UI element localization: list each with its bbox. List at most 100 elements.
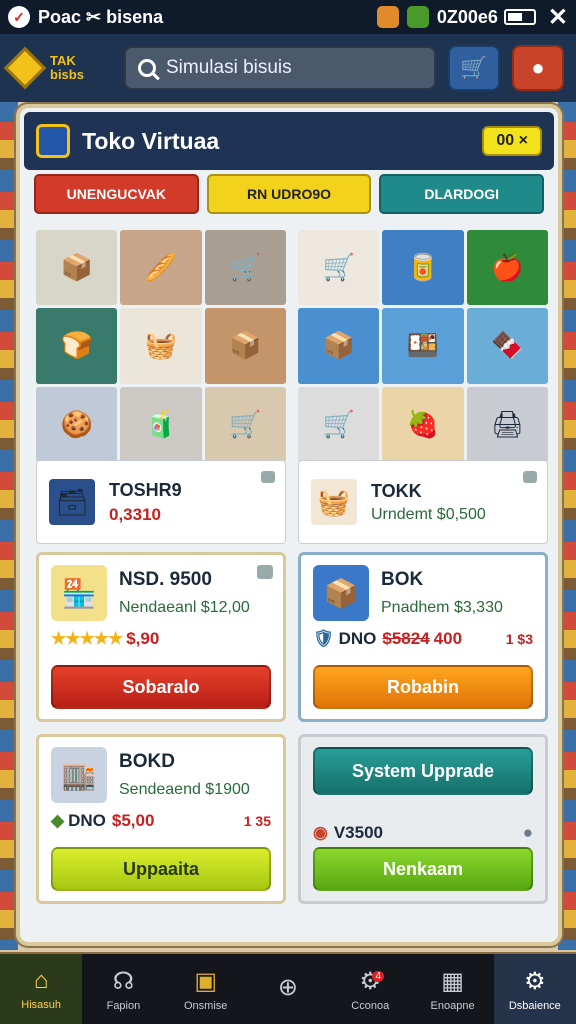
nav-label: Enoapne <box>430 999 475 1012</box>
logo-diamond-icon <box>3 46 47 90</box>
gallery-icon: ▦ <box>441 967 464 995</box>
upgrade-card-4: System Upprade ◉ V3500 ● Nenkaam <box>298 734 548 904</box>
item-name: TOSHR9 <box>109 479 182 500</box>
nav-label: Cconoa <box>351 999 390 1012</box>
search-text: Simulasi bisuis <box>166 57 292 78</box>
card-price-left: DNO <box>68 811 106 830</box>
card-old-price: $5824 <box>382 629 430 648</box>
product-grid-left: 📦 🥖 🛒 🍞 🧺 📦 🍪 🧃 🛒 <box>36 230 286 462</box>
badge-icon: ● <box>531 55 545 80</box>
profile-button[interactable]: ● <box>512 45 564 91</box>
cart-icon: 🛒 <box>460 55 488 80</box>
logo-text-1: TAK <box>50 53 76 68</box>
nav-item-home[interactable]: ⌂ Hisasuh <box>0 954 83 1024</box>
product-crate-icon[interactable]: 🍞 <box>36 308 118 384</box>
cube-icon: ◆ <box>51 811 65 830</box>
machine-icon: 🏪 <box>51 565 107 621</box>
cart-button[interactable]: 🛒 <box>448 45 500 91</box>
coin-icon: ◉ <box>313 823 328 842</box>
nav-item-3[interactable]: ▣ Onsmise <box>165 954 247 1024</box>
top-bar: TAK bisbs Simulasi bisuis 🛒 ● <box>0 34 576 102</box>
product-pallet-icon[interactable]: 📦 <box>204 308 286 384</box>
card-extra: 1 35 <box>243 813 271 829</box>
notification-badge: 4 <box>372 970 385 982</box>
product-food-icon[interactable]: 🍱 <box>382 308 464 384</box>
shopping-cart-icon[interactable]: 🛒 <box>204 386 286 462</box>
card-2-button[interactable]: Robabin <box>313 665 533 709</box>
card-sub: Pnadhem $3,330 <box>381 599 503 616</box>
category-tabs: UNENGUCVAK RN UDRO9O DLARDOGI <box>34 174 545 214</box>
status-left-text: Poac ✂ bisena <box>38 6 164 27</box>
nav-item-add[interactable]: ⊕ <box>247 954 329 1024</box>
card-sub: Nendaeanl $12,00 <box>119 599 250 616</box>
product-box-icon[interactable]: 📦 <box>298 308 380 384</box>
basket-icon: 🧺 <box>311 479 357 525</box>
card-name: BOK <box>381 569 424 590</box>
nav-label: Dsbaience <box>508 999 561 1012</box>
product-bread-icon[interactable]: 🥖 <box>120 230 202 306</box>
game-logo[interactable]: TAK bisbs <box>3 43 110 93</box>
card-extra: 1 $3 <box>505 631 533 647</box>
panel-header: Toko Virtuaa 00 × <box>24 112 554 170</box>
product-crate-icon[interactable]: 🍎 <box>466 230 548 306</box>
nav-label: Fapion <box>106 999 141 1012</box>
app-icon <box>406 6 429 28</box>
nav-item-6[interactable]: ▦ Enoapne <box>411 954 493 1024</box>
tab-3[interactable]: DLARDOGI <box>379 174 545 214</box>
product-box-icon[interactable]: 🍓 <box>382 386 464 462</box>
item-name: TOKK <box>371 480 422 501</box>
card-new-price: 400 <box>433 629 463 648</box>
card-sub: Sendeaend $1900 <box>119 781 250 798</box>
check-icon <box>257 565 273 579</box>
panel-close-button[interactable]: 00 × <box>482 126 542 156</box>
upgrade-card-2: 📦 BOK Pnadhem $3,330 🛡 DNO $5824 400 1 $… <box>298 552 548 722</box>
card-name: NSD. 9500 <box>119 569 212 590</box>
product-basket-icon[interactable]: 🧺 <box>120 308 202 384</box>
shopping-cart-icon[interactable]: 🛒 <box>298 230 380 306</box>
item-detail: Urndemt $0,500 <box>371 505 486 523</box>
check-icon <box>523 471 537 483</box>
search-icon <box>138 59 156 77</box>
home-icon: ⌂ <box>33 967 49 994</box>
card-4-button[interactable]: Nenkaam <box>313 847 533 891</box>
status-time: 0Z00e6 <box>436 6 498 27</box>
settings-icon: ⚙ <box>524 967 546 995</box>
shopping-cart-icon[interactable]: 🛒 <box>298 386 380 462</box>
nav-item-settings[interactable]: ⚙ Dsbaience <box>493 954 576 1024</box>
product-goods-icon[interactable]: 🧃 <box>120 386 202 462</box>
shield-small-icon: 🛡 <box>313 629 335 648</box>
dot-icon: ● <box>522 823 533 842</box>
upgrade-card-3: 🏬 BOKD Sendeaend $1900 ◆ DNO $5,00 1 35 … <box>36 734 286 904</box>
card-3-button[interactable]: Uppaaita <box>51 847 271 891</box>
search-input[interactable]: Simulasi bisuis <box>124 46 436 90</box>
notification-icon <box>376 6 399 28</box>
product-can-icon[interactable]: 🥫 <box>382 230 464 306</box>
card-price: V3500 <box>333 823 384 842</box>
card-price: $5,00 <box>111 811 155 830</box>
status-bar: ✓ Poac ✂ bisena 0Z00e6 ✕ <box>0 0 576 34</box>
card-1-button[interactable]: Sobaralo <box>51 665 271 709</box>
product-grid-right: 🛒 🥫 🍎 📦 🍱 🍫 🛒 🍓 🖨 <box>298 230 548 462</box>
close-icon[interactable]: ✕ <box>548 3 568 32</box>
product-pack-icon[interactable]: 🍫 <box>466 308 548 384</box>
app-badge-icon: ✓ <box>8 6 30 28</box>
upgrade-card-1: 🏪 NSD. 9500 Nendaeanl $12,00 ★★★★★ $,90 … <box>36 552 286 722</box>
store-panel: Toko Virtuaa 00 × UNENGUCVAK RN UDRO9O D… <box>16 104 562 946</box>
product-box-icon[interactable]: 📦 <box>36 230 118 306</box>
card-code: DNO <box>338 629 377 648</box>
shield-icon <box>36 124 70 158</box>
nav-item-2[interactable]: ☊ Fapion <box>82 954 164 1024</box>
item-info-right[interactable]: 🧺 TOKK Urndemt $0,500 <box>298 460 548 544</box>
tab-2[interactable]: RN UDRO9O <box>206 174 372 214</box>
register-icon: 🗃 <box>49 479 95 525</box>
appliance-icon[interactable]: 🖨 <box>466 386 548 462</box>
card-name: BOKD <box>119 751 175 772</box>
chat-icon: ☊ <box>112 967 135 995</box>
shopping-cart-icon[interactable]: 🛒 <box>204 230 286 306</box>
tab-1[interactable]: UNENGUCVAK <box>34 174 199 214</box>
nav-item-5[interactable]: ⚙ 4 Cconoa <box>329 954 411 1024</box>
product-snack-icon[interactable]: 🍪 <box>36 386 118 462</box>
nav-label: Hisasuh <box>21 999 62 1011</box>
item-info-left[interactable]: 🗃 TOSHR9 0,3310 <box>36 460 286 544</box>
system-upgrade-button[interactable]: System Upprade <box>313 747 533 795</box>
